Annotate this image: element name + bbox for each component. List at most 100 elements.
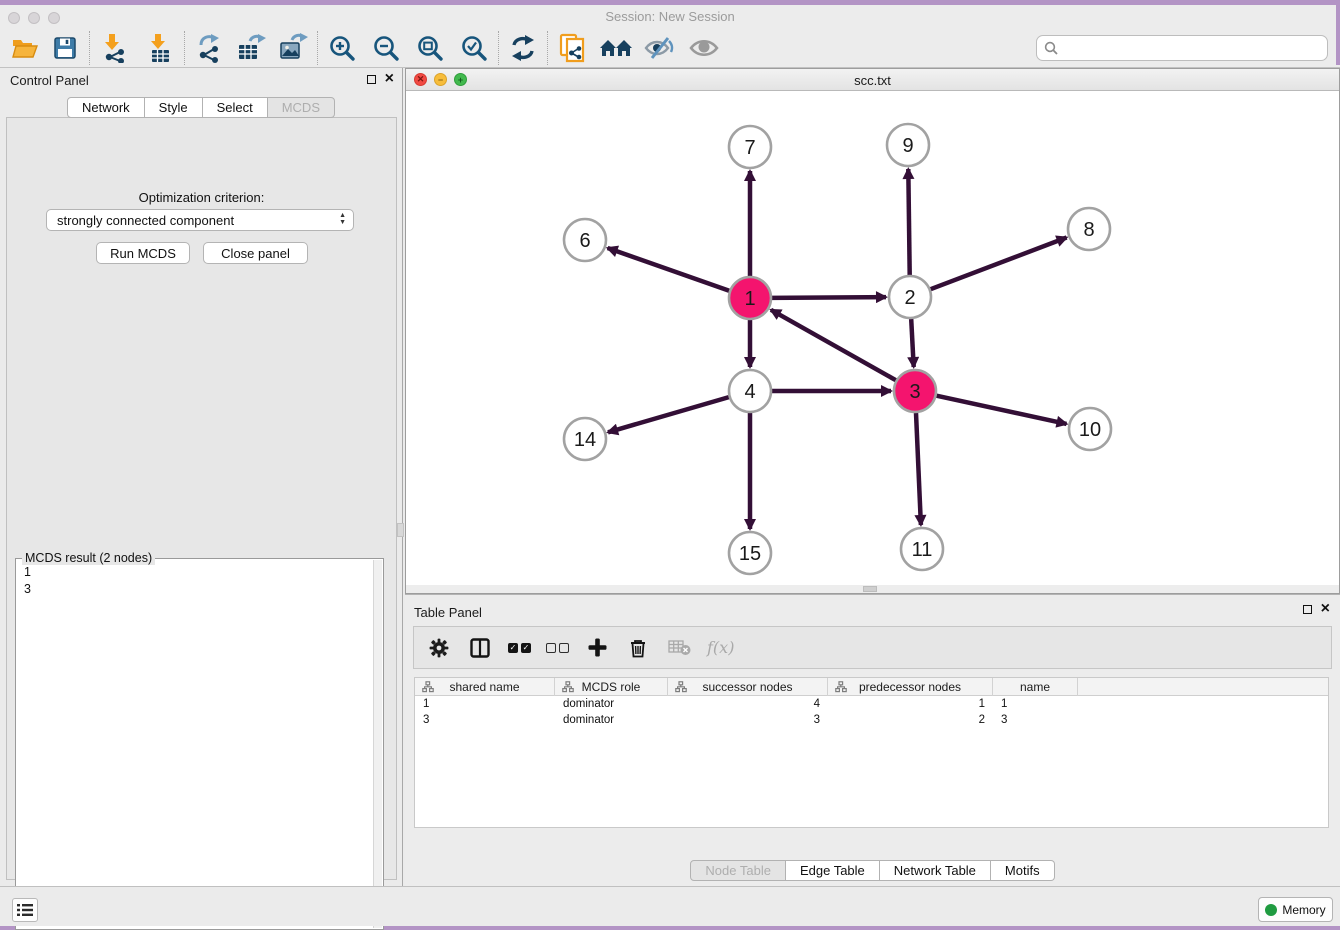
show-all-networks-icon[interactable] [599,31,633,65]
table-tab-motifs[interactable]: Motifs [991,860,1055,881]
graph-node-1[interactable]: 1 [729,277,771,319]
edge-3-1[interactable] [771,310,896,380]
zoom-selected-icon[interactable] [457,31,491,65]
edge-2-3[interactable] [911,319,914,367]
open-session-icon[interactable] [8,31,42,65]
dropdown-stepper-icon: ▲▼ [339,212,346,226]
panel-splitter-handle[interactable] [397,523,404,537]
control-tab-network[interactable]: Network [67,97,145,118]
optimization-criterion-label: Optimization criterion: [7,190,396,205]
table-cell[interactable]: dominator [555,696,668,712]
table-tab-node-table[interactable]: Node Table [690,860,786,881]
save-session-icon[interactable] [48,31,82,65]
splitter-handle[interactable] [863,586,877,592]
edge-3-10[interactable] [937,396,1067,424]
table-cell[interactable]: 1 [828,696,993,712]
table-row[interactable]: 1dominator411 [415,696,1328,712]
search-input[interactable] [1063,41,1313,56]
column-header-successor-nodes[interactable]: successor nodes [668,678,828,696]
control-tab-mcds[interactable]: MCDS [268,97,335,118]
float-table-panel-icon[interactable] [1303,605,1312,614]
edge-4-14[interactable] [608,397,729,432]
task-history-button[interactable] [12,898,38,922]
function-builder-icon[interactable]: f(x) [707,638,734,657]
column-header-predecessor-nodes[interactable]: predecessor nodes [828,678,993,696]
column-header-MCDS-role[interactable]: MCDS role [555,678,668,696]
network-graph[interactable]: 7 9 6 8 1 2 4 3 14 10 15 11 [406,91,1339,587]
graph-node-10[interactable]: 10 [1069,408,1111,450]
export-network-icon[interactable] [192,31,226,65]
graph-node-15[interactable]: 15 [729,532,771,574]
zoom-out-icon[interactable] [369,31,403,65]
run-mcds-button[interactable]: Run MCDS [96,242,190,264]
network-bottom-strip [406,585,1339,593]
table-cell[interactable]: 3 [668,712,828,728]
export-table-icon[interactable] [234,31,268,65]
apply-layout-icon[interactable] [506,31,540,65]
column-header-shared-name[interactable]: shared name [415,678,555,696]
hide-visual-properties-icon[interactable] [643,31,677,65]
graph-node-11[interactable]: 11 [901,528,943,570]
edge-2-8[interactable] [931,238,1067,290]
svg-text:4: 4 [744,381,755,403]
add-column-icon[interactable] [584,635,610,661]
column-header-name[interactable]: name [993,678,1078,696]
toggle-columns-icon[interactable] [467,635,493,661]
node-table-header: shared nameMCDS rolesuccessor nodesprede… [415,678,1328,696]
criterion-dropdown[interactable]: strongly connected component ▲▼ [46,209,354,231]
control-tab-style[interactable]: Style [145,97,203,118]
edge-1-6[interactable] [608,248,730,291]
table-cell[interactable]: dominator [555,712,668,728]
close-table-panel-icon[interactable]: × [1321,604,1330,614]
control-panel-title: Control Panel [10,73,89,88]
svg-text:2: 2 [904,287,915,309]
graph-node-4[interactable]: 4 [729,370,771,412]
table-cell[interactable]: 4 [668,696,828,712]
edge-1-2[interactable] [772,297,886,298]
zoom-in-icon[interactable] [325,31,359,65]
table-row[interactable]: 3dominator323 [415,712,1328,728]
close-panel-button[interactable]: Close panel [203,242,308,264]
edge-3-11[interactable] [916,413,921,525]
graph-node-7[interactable]: 7 [729,126,771,168]
show-graphics-details-icon[interactable] [687,31,721,65]
graph-node-2[interactable]: 2 [889,276,931,318]
table-cell[interactable]: 3 [993,712,1078,728]
edge-2-9[interactable] [908,169,909,275]
node-table[interactable]: shared nameMCDS rolesuccessor nodesprede… [414,677,1329,828]
delete-table-icon[interactable] [666,635,692,661]
close-panel-icon[interactable]: × [385,74,394,84]
table-cell[interactable]: 2 [828,712,993,728]
toolbar-separator [89,31,90,65]
network-canvas[interactable]: 7 9 6 8 1 2 4 3 14 10 15 11 [406,91,1339,587]
result-scrollbar[interactable] [373,560,382,928]
deselect-all-icon[interactable] [546,643,569,653]
table-cell[interactable]: 1 [993,696,1078,712]
float-panel-icon[interactable] [367,75,376,84]
graph-node-3[interactable]: 3 [894,370,936,412]
memory-button[interactable]: Memory [1258,897,1333,922]
graph-node-6[interactable]: 6 [564,219,606,261]
network-window-titlebar[interactable]: ✕ − + scc.txt [406,69,1339,91]
search-icon [1044,41,1058,55]
table-tab-edge-table[interactable]: Edge Table [786,860,880,881]
table-cell[interactable]: 3 [415,712,555,728]
import-network-icon[interactable] [97,31,131,65]
search-box[interactable] [1036,35,1328,61]
table-settings-icon[interactable] [426,635,452,661]
mcds-panel: Optimization criterion: strongly connect… [6,117,397,880]
graph-node-14[interactable]: 14 [564,418,606,460]
graph-node-9[interactable]: 9 [887,124,929,166]
clone-network-icon[interactable] [555,31,589,65]
import-table-icon[interactable] [143,31,177,65]
zoom-fit-icon[interactable] [413,31,447,65]
export-image-icon[interactable] [276,31,310,65]
graph-node-8[interactable]: 8 [1068,208,1110,250]
table-tab-network-table[interactable]: Network Table [880,860,991,881]
delete-columns-icon[interactable] [625,635,651,661]
criterion-value: strongly connected component [57,213,234,228]
select-all-icon[interactable]: ✓✓ [508,643,531,653]
mcds-result-box: MCDS result (2 nodes) 13 [15,558,384,930]
control-tab-select[interactable]: Select [203,97,268,118]
table-cell[interactable]: 1 [415,696,555,712]
